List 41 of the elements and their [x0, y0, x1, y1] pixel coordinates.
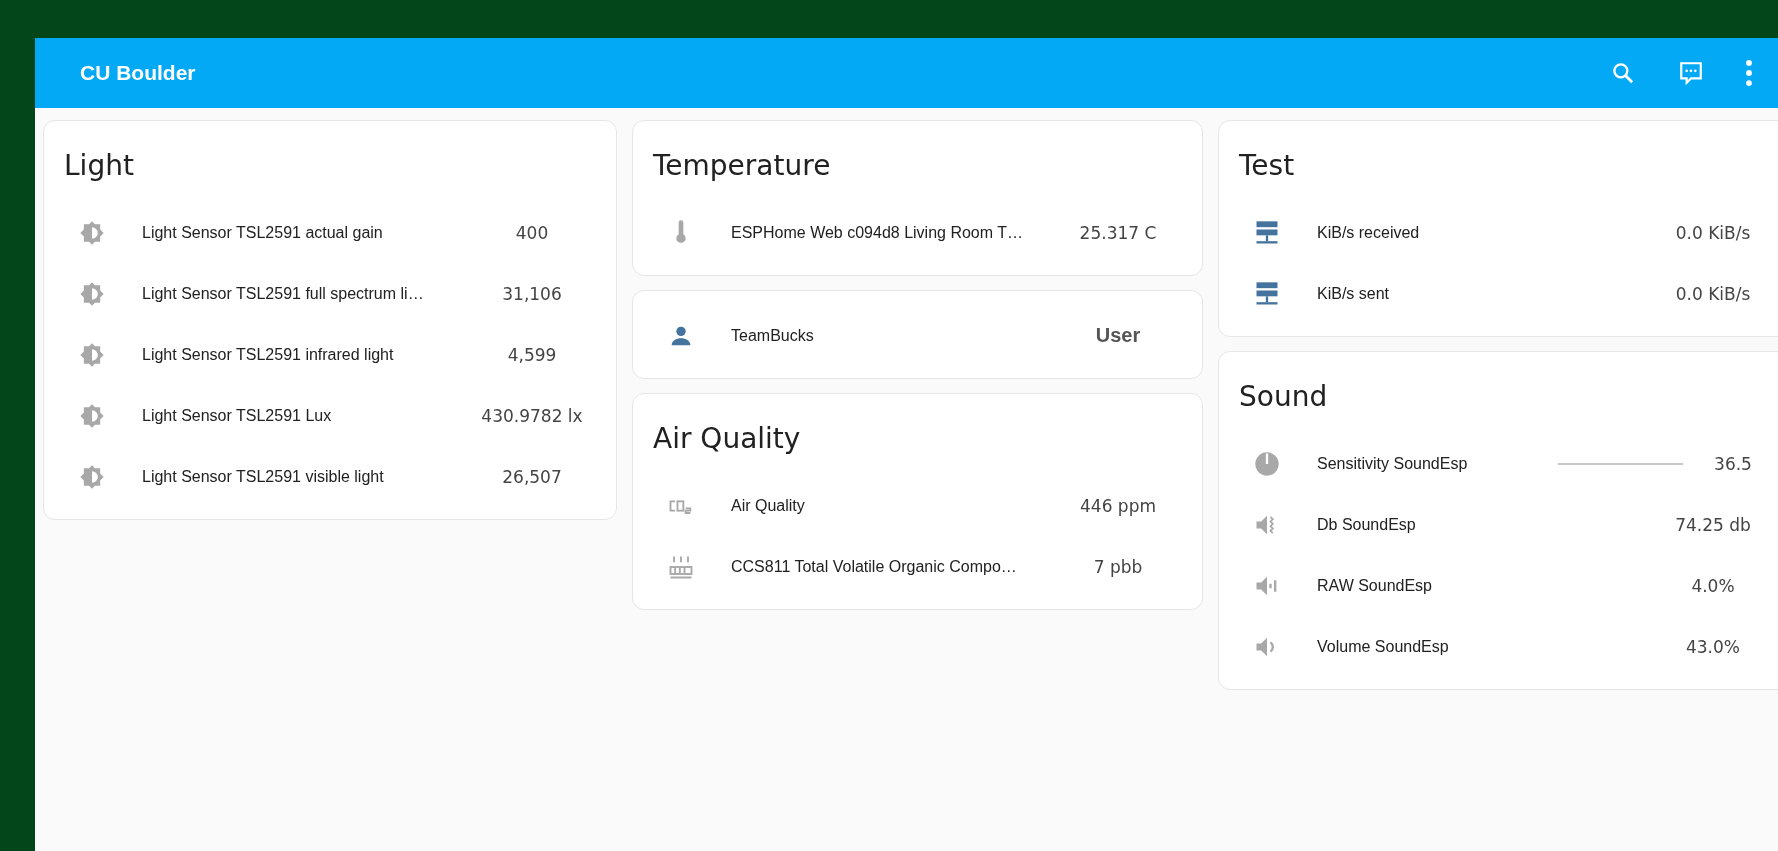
slider-track[interactable]	[1558, 462, 1683, 465]
entity-value: 430.9782 lx	[480, 405, 584, 426]
entity-name: RAW SoundEsp	[1317, 576, 1433, 595]
entity-name: ESPHome Web c094d8 Living Room T…	[731, 223, 1024, 242]
card-title: Test	[1239, 149, 1295, 182]
entity-name: Air Quality	[731, 496, 806, 515]
entity-name: Db SoundEsp	[1317, 515, 1417, 534]
entity-value: 4,599	[506, 344, 558, 365]
entity-name: Volume SoundEsp	[1317, 637, 1450, 656]
entity-name: Light Sensor TSL2591 infrared light	[142, 345, 395, 364]
entity-value: 7 pbb	[1092, 556, 1144, 577]
card-title: Air Quality	[653, 422, 801, 455]
entity-name: Light Sensor TSL2591 actual gain	[142, 223, 384, 242]
entity-name: Sensitivity SoundEsp	[1317, 454, 1469, 473]
entity-name: CCS811 Total Volatile Organic Compo…	[731, 557, 1018, 576]
search-icon	[1610, 60, 1636, 86]
entity-value: 25.317 C	[1078, 222, 1158, 243]
card-title: Light	[64, 149, 134, 182]
chat-icon	[1678, 60, 1704, 86]
entity-value: 4.0%	[1690, 575, 1736, 596]
entity-name: Light Sensor TSL2591 Lux	[142, 406, 333, 425]
entity-name: Light Sensor TSL2591 full spectrum li…	[142, 284, 425, 303]
menu-icon	[1746, 60, 1752, 86]
entity-value: 26,507	[501, 466, 563, 487]
entity-name: TeamBucks	[731, 326, 815, 345]
entity-name: Light Sensor TSL2591 visible light	[142, 467, 385, 486]
entity-value: 74.25 db	[1674, 514, 1752, 535]
entity-name: KiB/s received	[1317, 223, 1421, 242]
entity-value: 31,106	[501, 283, 563, 304]
entity-name: KiB/s sent	[1317, 284, 1391, 303]
entity-value: 400	[514, 222, 550, 243]
entity-value: 446 ppm	[1079, 495, 1157, 516]
card-title: Sound	[1239, 380, 1328, 413]
app-title: CU Boulder	[80, 61, 197, 85]
entity-value: 0.0 KiB/s	[1674, 222, 1752, 243]
entity-state: User	[1094, 324, 1142, 347]
entity-value: 43.0%	[1685, 636, 1741, 657]
entity-value: 0.0 KiB/s	[1674, 283, 1752, 304]
entity-value: 36.5	[1713, 453, 1753, 474]
gauge-icon	[1253, 449, 1281, 478]
card-title: Temperature	[653, 149, 831, 182]
